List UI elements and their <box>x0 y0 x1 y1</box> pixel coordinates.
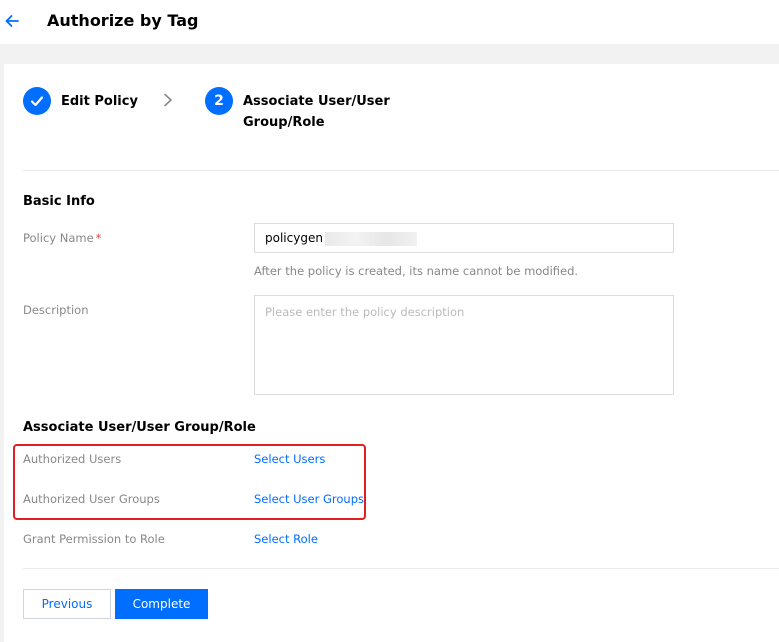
arrow-left-icon[interactable] <box>4 13 20 29</box>
required-star: * <box>95 231 102 245</box>
basic-info-title: Basic Info <box>23 194 95 209</box>
step-2-label-line2: Group/Role <box>243 115 325 130</box>
select-user-groups-link[interactable]: Select User Groups <box>254 491 364 507</box>
select-role-link[interactable]: Select Role <box>254 531 318 547</box>
step-2-circle: 2 <box>205 87 233 115</box>
authorized-user-groups-label: Authorized User Groups <box>23 492 160 506</box>
chevron-right-icon <box>164 93 172 107</box>
associate-title: Associate User/User Group/Role <box>23 420 256 435</box>
description-textarea[interactable] <box>254 295 674 395</box>
policy-name-input[interactable]: policygen <box>254 223 674 253</box>
policy-name-help: After the policy is created, its name ca… <box>254 264 579 278</box>
policy-name-label-text: Policy Name <box>23 231 94 245</box>
complete-button[interactable]: Complete <box>115 589 208 619</box>
policy-form-card: Edit Policy 2 Associate User/User Group/… <box>4 64 779 642</box>
description-label: Description <box>23 303 89 317</box>
footer-divider <box>23 568 779 569</box>
step-1-circle <box>23 87 51 115</box>
check-icon <box>30 96 44 107</box>
steps-divider <box>23 170 779 171</box>
authorized-users-label: Authorized Users <box>23 452 122 466</box>
previous-button[interactable]: Previous <box>23 589 111 619</box>
redacted-region <box>324 231 417 246</box>
page-title: Authorize by Tag <box>47 11 199 30</box>
step-1-label: Edit Policy <box>61 94 138 109</box>
select-users-link[interactable]: Select Users <box>254 451 325 467</box>
policy-name-value: policygen <box>265 231 323 245</box>
grant-role-label: Grant Permission to Role <box>23 532 165 546</box>
step-2-label-line1: Associate User/User <box>243 94 390 109</box>
page-header: Authorize by Tag <box>0 0 779 44</box>
policy-name-label: Policy Name * <box>23 230 101 246</box>
